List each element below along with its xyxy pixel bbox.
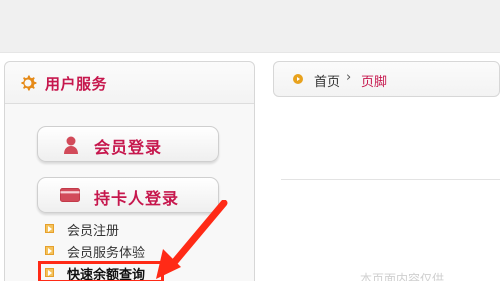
breadcrumb-current: 页脚 xyxy=(361,75,388,90)
link-text: 会员注册 xyxy=(67,224,120,239)
member-login-label: 会员登录 xyxy=(94,138,163,157)
panel-title: 用户服务 xyxy=(45,75,108,93)
breadcrumb-separator: › xyxy=(346,70,352,85)
bullet-icon xyxy=(45,224,54,233)
pointer-arrow xyxy=(156,200,228,279)
link-text: 会员服务体验 xyxy=(67,246,146,261)
bullet-icon xyxy=(45,246,54,255)
page: 用户服务 会员登录 持卡人登录 会员注册 会员服务体验 快速余额查询 首页 › … xyxy=(0,0,500,281)
panel-header: 用户服务 xyxy=(5,62,254,104)
partial-text: 本页面内容仅供... xyxy=(360,272,456,281)
top-banner xyxy=(0,0,500,53)
member-login-button[interactable]: 会员登录 xyxy=(37,126,219,162)
breadcrumb-home[interactable]: 首页 xyxy=(314,71,340,90)
card-icon xyxy=(60,188,80,202)
user-icon xyxy=(64,136,78,154)
content-divider xyxy=(281,179,500,180)
gear-icon xyxy=(21,75,37,91)
breadcrumb: 首页 › 页脚 xyxy=(273,61,500,97)
highlight-box xyxy=(38,261,164,281)
home-bullet-icon xyxy=(293,74,303,84)
